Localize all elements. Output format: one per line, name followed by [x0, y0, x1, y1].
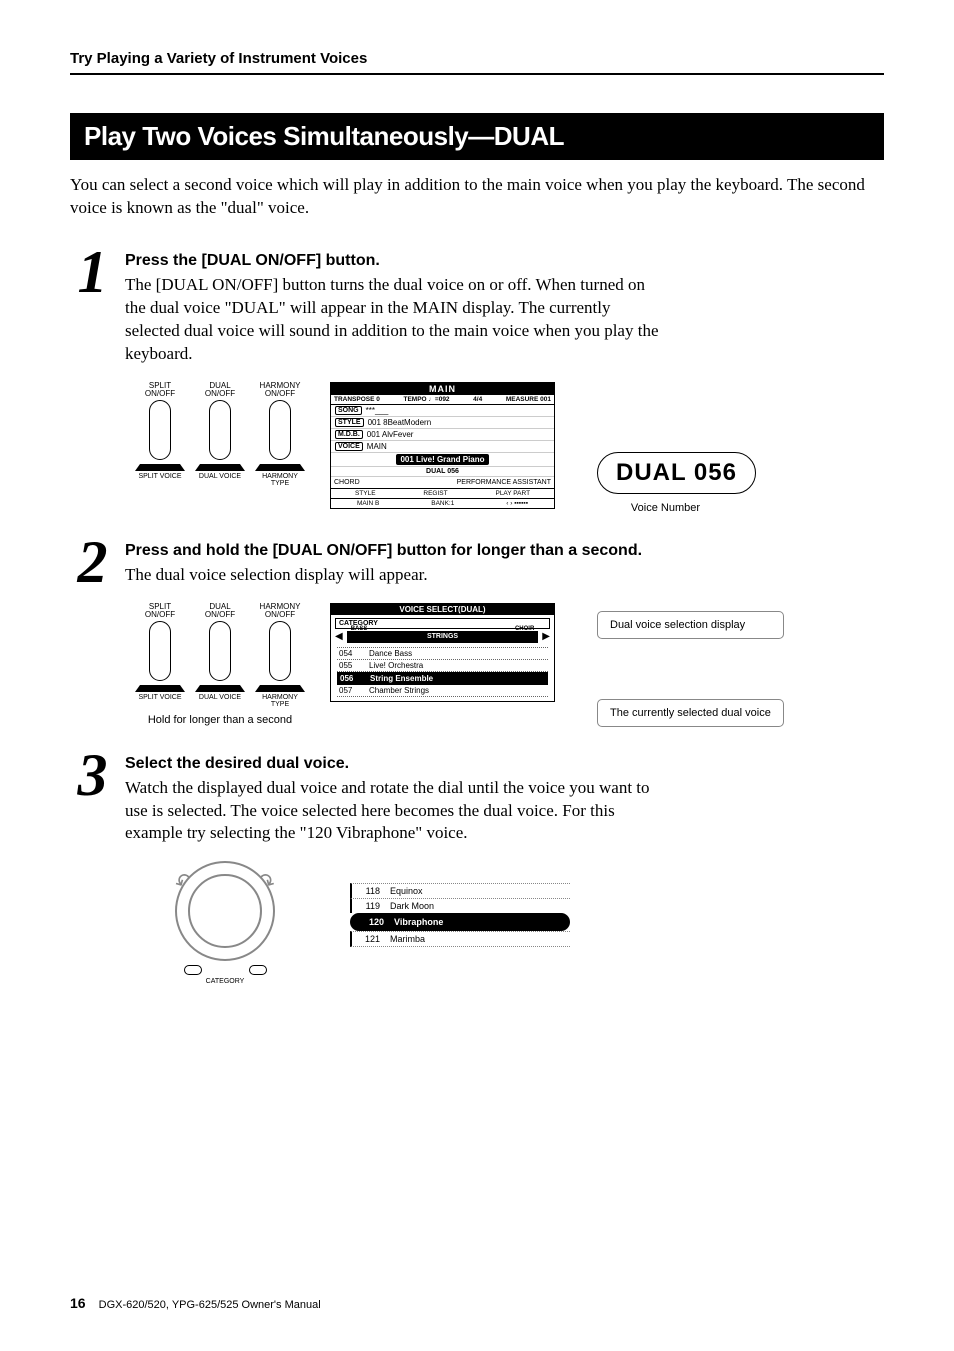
lcd2-title: VOICE SELECT(DUAL)	[331, 604, 554, 615]
voice-item: 121Marimba	[350, 931, 570, 947]
dial[interactable]: ↶ ↷ CATEGORY	[160, 861, 290, 985]
tag-song: SONG	[335, 406, 362, 415]
lcd-voice-list-small: 118Equinox 119Dark Moon 120Vibraphone 12…	[350, 883, 570, 947]
page-number: 16	[70, 1295, 86, 1311]
btn-label-split: SPLIT ON/OFF	[135, 603, 185, 619]
intro-text: You can select a second voice which will…	[70, 174, 884, 220]
lcd-bank: BANK:1	[431, 500, 454, 507]
step-number: 2	[70, 538, 115, 586]
lcd-tempo: TEMPO ♩=092	[403, 396, 449, 403]
lcd-bottom-regist: REGIST	[423, 490, 447, 497]
under-dual: DUAL VOICE	[195, 685, 245, 708]
dual-button[interactable]	[209, 621, 231, 681]
voice-item: 054Dance Bass	[337, 648, 548, 660]
lcd-measure: MEASURE 001	[506, 396, 551, 403]
under-harmony: HARMONY TYPE	[255, 685, 305, 708]
dial-plus-button[interactable]	[249, 965, 267, 975]
harmony-button[interactable]	[269, 621, 291, 681]
lcd-main: MAIN TRANSPOSE 0 TEMPO ♩=092 4/4 MEASURE…	[330, 382, 555, 509]
cat-center: STRINGS	[427, 633, 458, 640]
tag-voice: VOICE	[335, 442, 363, 451]
lcd-indicators: ‹ › ▪▪▪▪▪▪	[506, 500, 528, 507]
btn-label-dual: DUAL ON/OFF	[195, 603, 245, 619]
step-body: Watch the displayed dual voice and rotat…	[125, 777, 665, 846]
split-button[interactable]	[149, 400, 171, 460]
callout-selection-display: Dual voice selection display	[597, 611, 784, 639]
voice-item-selected: 120Vibraphone	[350, 913, 570, 931]
voice-item: 055Live! Orchestra	[337, 660, 548, 672]
lcd-transpose: TRANSPOSE 0	[334, 396, 380, 403]
cat-right: CHOIR	[515, 623, 534, 635]
under-dual: DUAL VOICE	[195, 464, 245, 487]
step-body: The [DUAL ON/OFF] button turns the dual …	[125, 274, 665, 366]
step-number: 3	[70, 751, 115, 799]
page-title: Play Two Voices Simultaneously—DUAL	[70, 113, 884, 160]
section-header: Try Playing a Variety of Instrument Voic…	[70, 50, 884, 67]
cat-left-icon[interactable]: ◀	[335, 631, 343, 642]
voice-item-selected: 056String Ensemble	[337, 672, 548, 685]
tag-mdb: M.D.B.	[335, 430, 363, 439]
callout-current-dual: The currently selected dual voice	[597, 699, 784, 727]
step-number: 1	[70, 248, 115, 296]
voice-item: 118Equinox	[350, 883, 570, 898]
figure-step2: SPLIT ON/OFF DUAL ON/OFF HARMONY ON/OFF …	[130, 603, 884, 727]
step-heading: Press the [DUAL ON/OFF] button.	[125, 252, 884, 270]
lcd-song: ***___	[366, 406, 389, 415]
lcd-style: 001 8BeatModern	[368, 418, 432, 427]
header-underline	[70, 73, 884, 75]
step-body: The dual voice selection display will ap…	[125, 564, 665, 587]
step-heading: Press and hold the [DUAL ON/OFF] button …	[125, 542, 884, 560]
lcd-timesig: 4/4	[473, 396, 482, 403]
lcd-mainb: MAIN B	[357, 500, 379, 507]
cat-left: BASS	[351, 623, 368, 635]
dial-caption: CATEGORY	[160, 978, 290, 985]
lcd-mdb: 001 AlvFever	[367, 430, 414, 439]
split-button[interactable]	[149, 621, 171, 681]
step-3: 3 Select the desired dual voice. Watch t…	[70, 751, 884, 846]
figure-step3: ↶ ↷ CATEGORY 118Equinox 119Dark Moon 120…	[160, 861, 884, 985]
dual-button[interactable]	[209, 400, 231, 460]
btn-label-dual: DUAL ON/OFF	[195, 382, 245, 398]
voice-item: 057Chamber Strings	[337, 685, 548, 697]
buttons-panel: SPLIT ON/OFF DUAL ON/OFF HARMONY ON/OFF …	[130, 382, 310, 487]
voice-list: 054Dance Bass 055Live! Orchestra 056Stri…	[337, 647, 548, 697]
harmony-button[interactable]	[269, 400, 291, 460]
lcd-bottom-playpart: PLAY PART	[495, 490, 530, 497]
dial-minus-button[interactable]	[184, 965, 202, 975]
voice-item: 119Dark Moon	[350, 898, 570, 913]
under-harmony: HARMONY TYPE	[255, 464, 305, 487]
lcd-bottom-style: STYLE	[355, 490, 376, 497]
step-heading: Select the desired dual voice.	[125, 755, 884, 773]
lcd-main-title: MAIN	[331, 383, 554, 395]
manual-name: DGX-620/520, YPG-625/525 Owner's Manual	[99, 1299, 321, 1311]
voice-number-label: Voice Number	[631, 502, 700, 514]
step-2: 2 Press and hold the [DUAL ON/OFF] butto…	[70, 538, 884, 587]
step-1: 1 Press the [DUAL ON/OFF] button. The [D…	[70, 248, 884, 366]
dual-badge: DUAL 056	[597, 452, 756, 494]
under-split: SPLIT VOICE	[135, 464, 185, 487]
hold-caption: Hold for longer than a second	[130, 714, 310, 726]
lcd-voice-name: 001 Live! Grand Piano	[396, 454, 488, 465]
lcd-chord: CHORD	[334, 479, 360, 486]
category-band: BASS STRINGS CHOIR	[347, 631, 539, 643]
footer: 16 DGX-620/520, YPG-625/525 Owner's Manu…	[70, 1295, 321, 1311]
lcd-dual-line: DUAL 056	[426, 468, 459, 475]
lcd-voice-select: VOICE SELECT(DUAL) CATEGORY ◀ BASS STRIN…	[330, 603, 555, 702]
lcd-voice-label: MAIN	[367, 442, 387, 451]
cat-right-icon[interactable]: ▶	[542, 631, 550, 642]
figure-step1: SPLIT ON/OFF DUAL ON/OFF HARMONY ON/OFF …	[130, 382, 884, 514]
tag-style: STYLE	[335, 418, 364, 427]
btn-label-harmony: HARMONY ON/OFF	[255, 382, 305, 398]
btn-label-split: SPLIT ON/OFF	[135, 382, 185, 398]
under-split: SPLIT VOICE	[135, 685, 185, 708]
lcd-perf: PERFORMANCE ASSISTANT	[457, 479, 551, 486]
btn-label-harmony: HARMONY ON/OFF	[255, 603, 305, 619]
buttons-panel: SPLIT ON/OFF DUAL ON/OFF HARMONY ON/OFF …	[130, 603, 310, 708]
